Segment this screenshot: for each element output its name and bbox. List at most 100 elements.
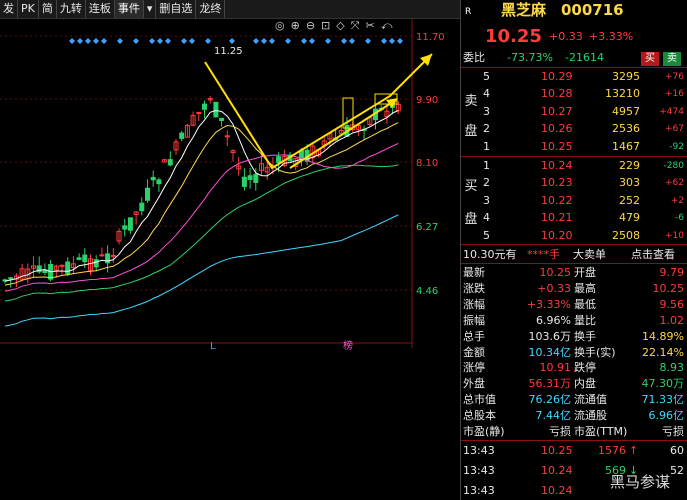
ask-row[interactable]: 5 10.29 3295 +76 [461, 69, 687, 85]
stat-value: 亏损 [662, 425, 684, 438]
bid-row[interactable]: 5 10.20 2508 +10 [461, 228, 687, 244]
bid-level: 5 [483, 228, 490, 242]
stat-value: 22.14% [642, 345, 684, 359]
ask-row[interactable]: 3 10.27 4957 +474 [461, 104, 687, 120]
ask-volume: 2536 [612, 122, 640, 136]
stat-label: 总手 [463, 329, 485, 343]
bid-change: +2 [670, 195, 684, 206]
stock-name: 黑芝麻 [501, 1, 547, 19]
toolbar-item-delete-watchlist[interactable]: 删自选 [156, 0, 197, 18]
candle-body [247, 175, 253, 180]
candle-body [65, 261, 71, 275]
event-diamond [301, 38, 307, 44]
event-diamond [309, 38, 315, 44]
stat-value: 10.25 [652, 281, 685, 295]
ask-row[interactable]: 4 10.28 13210 +16 [461, 86, 687, 102]
toolbar-item-pk[interactable]: PK [18, 0, 39, 18]
stat-label: 最新 [463, 266, 485, 279]
bid-row[interactable]: 1 10.24 229 -280 [461, 158, 687, 174]
candle-body [99, 254, 105, 257]
big-order-row[interactable]: 10.30元有 ****手 大卖单 点击查看 [461, 247, 687, 263]
stat-label: 流通值 [574, 393, 607, 407]
divider [461, 67, 687, 68]
bid-row[interactable]: 2 10.23 303 +62 [461, 175, 687, 191]
event-diamond [229, 38, 235, 44]
candles-group [2, 95, 401, 288]
stat-value: 71.33亿 [641, 393, 685, 407]
event-diamond [349, 38, 355, 44]
stat-label: 开盘 [574, 266, 596, 279]
bid-level: 1 [483, 159, 490, 172]
stats-row: 最新 10.25 开盘 9.79 [461, 265, 687, 281]
toolbar-item-jiuzhuan[interactable]: 九转 [57, 0, 86, 18]
watermark: 黑马参谋 [609, 473, 670, 491]
ask-price: 10.26 [541, 122, 573, 136]
divider [461, 244, 687, 245]
event-diamond [101, 38, 107, 44]
bid-row[interactable]: 3 10.22 252 +2 [461, 193, 687, 209]
price-chart-svg[interactable]: 11.70 9.90 8.10 6.27 4.46 11.25 L 榜 [0, 18, 460, 500]
quote-panel: R 黑芝麻 000716 10.25 +0.33 +3.33% 委比 -73.7… [460, 0, 687, 500]
toolbar-item-fa[interactable]: 发 [0, 0, 18, 18]
bid-volume: 252 [619, 193, 640, 207]
stat-label: 外盘 [463, 377, 485, 391]
stat-value: +0.33 [537, 281, 571, 295]
candle-body [150, 176, 156, 181]
event-diamond [341, 38, 347, 44]
sell-button[interactable]: 卖 [663, 52, 681, 66]
stat-value: 亏损 [549, 425, 571, 438]
bid-price: 10.21 [541, 211, 573, 225]
toolbar-item-shijian[interactable]: 事件 [114, 0, 144, 18]
stat-label: 涨幅 [463, 297, 485, 311]
high-price-label: 11.25 [214, 46, 243, 57]
ask-change: +474 [659, 106, 684, 117]
stat-label: 流通股 [574, 409, 607, 423]
buy-button[interactable]: 买 [641, 52, 659, 66]
event-diamond [93, 38, 99, 44]
ask-price: 10.29 [541, 70, 573, 83]
weibi-label: 委比 [463, 51, 485, 64]
corner-mark: R [465, 7, 472, 17]
price-header: 10.25 +0.33 +3.33% [461, 26, 687, 48]
toolbar-item-longzhong[interactable]: 龙终 [196, 0, 226, 18]
ma-line [4, 164, 399, 302]
tick-price: 10.24 [541, 464, 573, 477]
event-diamond [117, 38, 123, 44]
ask-level: 5 [483, 70, 490, 83]
event-diamond [189, 38, 195, 44]
tick-count: 52 [670, 464, 684, 477]
ask-change: +16 [665, 89, 684, 100]
toolbar-dropdown-icon[interactable]: ▾ [144, 0, 157, 18]
kline-chart-pane[interactable]: 发 PK 简 九转 连板 事件 ▾ 删自选 龙终 ◎ ⊕ ⊖ ⊡ ◇ ⤧ ✂ ⤺… [0, 0, 460, 500]
candle-body [76, 257, 82, 260]
toolbar-item-jian[interactable]: 简 [39, 0, 57, 18]
marker-L: L [210, 341, 216, 352]
big-order-qty: ****手 [527, 248, 560, 261]
ask-row[interactable]: 1 10.25 1467 -92 [461, 139, 687, 155]
bid-price: 10.23 [541, 176, 573, 190]
stock-code: 000716 [561, 1, 624, 19]
event-diamond [325, 38, 331, 44]
stat-value: 14.89% [642, 329, 684, 343]
weibi-value: -21614 [565, 51, 604, 64]
event-diamond [77, 38, 83, 44]
big-order-link[interactable]: 点击查看 [631, 247, 675, 263]
tick-time: 13:43 [463, 484, 495, 497]
ask-row[interactable]: 2 10.26 2536 +67 [461, 121, 687, 137]
stats-row: 市盈(静) 亏损 市盈(TTM) 亏损 [461, 424, 687, 440]
stat-label: 金额 [463, 345, 485, 359]
price-change: +0.33 [549, 30, 583, 43]
stat-label: 换手(实) [574, 345, 616, 359]
bid-change: -6 [675, 213, 684, 224]
candle-body [241, 176, 247, 187]
stat-label: 涨跌 [463, 281, 485, 295]
stats-row: 振幅 6.96% 量比 1.02 [461, 313, 687, 329]
bid-change: +62 [665, 178, 684, 189]
event-diamond [285, 38, 291, 44]
weibi-row: 委比 -73.73% -21614 买 卖 [461, 50, 687, 66]
event-markers-group [69, 38, 403, 44]
bid-row[interactable]: 4 10.21 479 -6 [461, 210, 687, 226]
weibi-pct: -73.73% [507, 51, 553, 64]
toolbar-item-lianban[interactable]: 连板 [86, 0, 115, 18]
tick-time: 13:43 [463, 444, 495, 457]
